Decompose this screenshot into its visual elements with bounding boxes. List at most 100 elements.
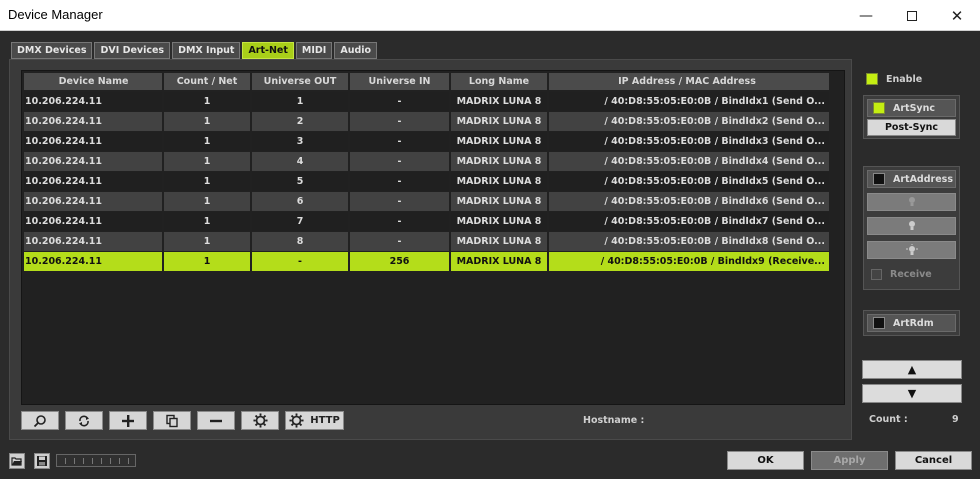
table-row[interactable]: 10.206.224.11 1 2- MADRIX LUNA 8/ 40:D8:55:… (24, 112, 829, 131)
minimize-button[interactable]: — (843, 0, 889, 31)
table-row[interactable]: 10.206.224.11 1 1- MADRIX LUNA 8/ 40:D8:55:… (24, 92, 829, 111)
gear-icon (289, 413, 304, 428)
column-header-count-net[interactable]: Count / Net (164, 73, 250, 90)
column-header-ip-mac[interactable]: IP Address / MAC Address (549, 73, 829, 90)
table-cell: 1 (164, 112, 250, 131)
hostname-label: Hostname : (583, 415, 645, 426)
table-cell: / 40:D8:55:05:E0:0B / BindIdx1 (Send O..… (549, 92, 829, 111)
tab-audio[interactable]: Audio (334, 42, 378, 59)
http-button[interactable]: HTTP (285, 411, 344, 430)
count-label: Count : (869, 414, 908, 425)
table-cell: - (350, 152, 449, 171)
table-cell: 7 (252, 212, 348, 231)
slider-tick (74, 458, 75, 464)
slider-tick (65, 458, 66, 464)
table-cell: 10.206.224.11 (24, 172, 162, 191)
move-down-button[interactable]: ▼ (862, 384, 962, 403)
table-cell: 10.206.224.11 (24, 132, 162, 151)
title-bar: Device Manager — ✕ (0, 0, 980, 31)
tab-art-net[interactable]: Art-Net (242, 42, 294, 59)
move-up-button[interactable]: ▲ (862, 360, 962, 379)
table-cell: 10.206.224.11 (24, 152, 162, 171)
table-cell: 4 (252, 152, 348, 171)
open-folder-button[interactable] (9, 453, 25, 469)
tab-midi[interactable]: MIDI (295, 42, 333, 59)
table-cell: / 40:D8:55:05:E0:0B / BindIdx9 (Receive.… (549, 252, 829, 271)
enable-checkbox[interactable]: Enable (866, 73, 922, 85)
table-cell: - (350, 212, 449, 231)
table-cell: 1 (164, 172, 250, 191)
table-cell: / 40:D8:55:05:E0:0B / BindIdx4 (Send O..… (549, 152, 829, 171)
gear-icon (252, 413, 268, 428)
table-cell: / 40:D8:55:05:E0:0B / BindIdx3 (Send O..… (549, 132, 829, 151)
bulb-icon (908, 197, 915, 206)
tab-dmx-devices[interactable]: DMX Devices (11, 42, 93, 59)
art-net-panel: Device Name Count / Net Universe OUT Uni… (9, 59, 852, 440)
table-row[interactable]: 10.206.224.11 1 5- MADRIX LUNA 8/ 40:D8:55:… (24, 172, 829, 191)
add-button[interactable] (109, 411, 147, 430)
table-row[interactable]: 10.206.224.11 1 7- MADRIX LUNA 8/ 40:D8:55:… (24, 212, 829, 231)
plus-icon (122, 414, 134, 427)
column-header-long-name[interactable]: Long Name (451, 73, 547, 90)
folder-open-icon (11, 457, 22, 466)
slider-tick (92, 458, 93, 464)
table-cell: / 40:D8:55:05:E0:0B / BindIdx5 (Send O..… (549, 172, 829, 191)
up-arrow-icon: ▲ (907, 363, 917, 376)
settings-button[interactable] (241, 411, 279, 430)
refresh-button[interactable] (65, 411, 103, 430)
table-cell: MADRIX LUNA 8 (451, 172, 547, 191)
receive-checkbox[interactable]: Receive (871, 269, 932, 280)
table-cell: MADRIX LUNA 8 (451, 132, 547, 151)
tab-dvi-devices[interactable]: DVI Devices (94, 42, 171, 59)
bulb-icon (908, 221, 915, 230)
close-button[interactable]: ✕ (934, 0, 980, 31)
maximize-icon (907, 10, 917, 21)
minus-icon (210, 419, 222, 422)
table-row[interactable]: 10.206.224.11 1 8- MADRIX LUNA 8/ 40:D8:55:… (24, 232, 829, 251)
cancel-button[interactable]: Cancel (895, 451, 972, 470)
artsync-label: ArtSync (893, 102, 936, 114)
table-cell: 256 (350, 252, 449, 271)
column-header-universe-in[interactable]: Universe IN (350, 73, 449, 90)
table-row[interactable]: 10.206.224.11 1 3- MADRIX LUNA 8/ 40:D8:55:… (24, 132, 829, 151)
artrdm-group: ArtRdm (863, 310, 960, 336)
apply-button[interactable]: Apply (811, 451, 888, 470)
column-header-universe-out[interactable]: Universe OUT (252, 73, 348, 90)
table-cell: 10.206.224.11 (24, 112, 162, 131)
table-cell: 8 (252, 232, 348, 251)
bulb-flash-icon (905, 244, 918, 255)
table-cell: - (350, 232, 449, 251)
copy-button[interactable] (153, 411, 191, 430)
artrdm-checkbox[interactable]: ArtRdm (867, 314, 956, 332)
lamp-on-button[interactable] (867, 217, 956, 235)
remove-button[interactable] (197, 411, 235, 430)
search-button[interactable] (21, 411, 59, 430)
table-row[interactable]: 10.206.224.11 1 4- MADRIX LUNA 8/ 40:D8:55:… (24, 152, 829, 171)
count-value: 9 (952, 414, 959, 425)
receive-label: Receive (890, 269, 932, 280)
table-header: Device Name Count / Net Universe OUT Uni… (24, 73, 829, 92)
table-cell: 1 (164, 152, 250, 171)
table-cell: 2 (252, 112, 348, 131)
enable-label: Enable (886, 73, 923, 85)
artsync-group: ArtSync Post-Sync (863, 95, 960, 139)
lamp-flash-button[interactable] (867, 241, 956, 259)
table-row[interactable]: 10.206.224.11 1 6- MADRIX LUNA 8/ 40:D8:55:… (24, 192, 829, 211)
http-label: HTTP (310, 415, 340, 426)
table-row[interactable]: 10.206.224.11 1-256 MADRIX LUNA 8/ 40:D8:5… (24, 252, 829, 271)
lamp-off-button[interactable] (867, 193, 956, 211)
maximize-button[interactable] (889, 0, 935, 31)
artrdm-check-icon (873, 317, 885, 329)
table-cell: 6 (252, 192, 348, 211)
column-header-device-name[interactable]: Device Name (24, 73, 162, 90)
save-button[interactable] (34, 453, 50, 469)
tab-dmx-input[interactable]: DMX Input (172, 42, 241, 59)
zoom-slider[interactable] (56, 454, 136, 467)
ok-button[interactable]: OK (727, 451, 804, 470)
table-cell: 1 (164, 192, 250, 211)
artaddress-checkbox[interactable]: ArtAddress (867, 170, 956, 188)
table-cell: / 40:D8:55:05:E0:0B / BindIdx2 (Send O..… (549, 112, 829, 131)
table-cell: 1 (164, 92, 250, 111)
artsync-checkbox[interactable]: ArtSync (867, 99, 956, 117)
post-sync-button[interactable]: Post-Sync (867, 119, 956, 136)
